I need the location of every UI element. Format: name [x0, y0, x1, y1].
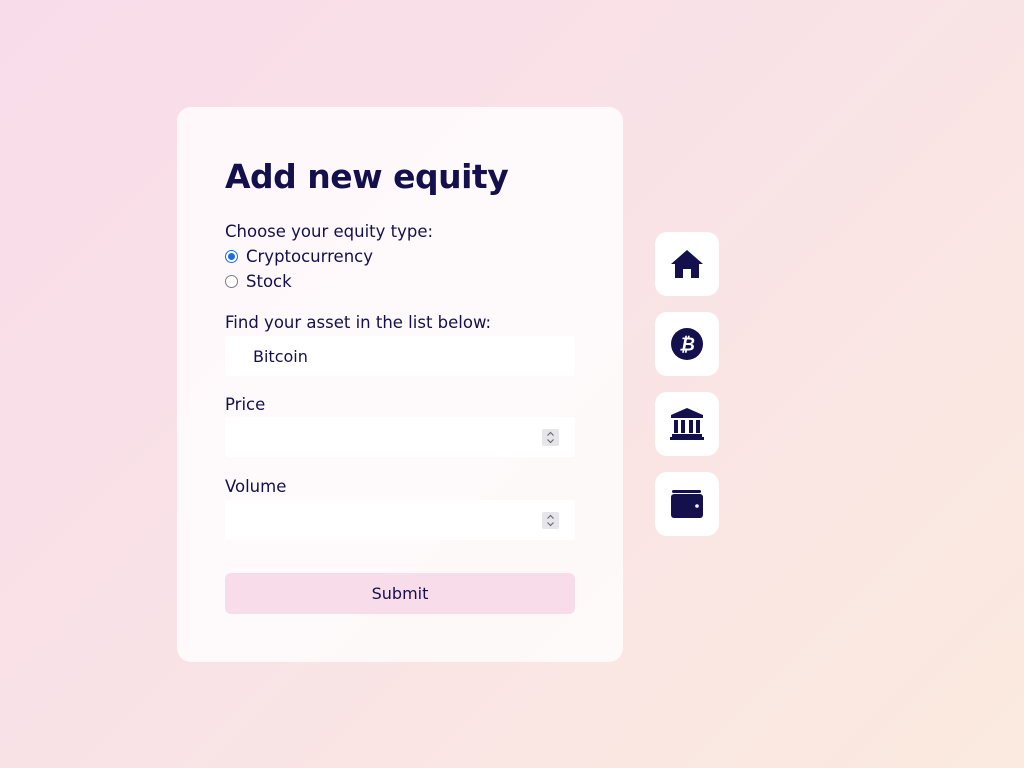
radio-label-cryptocurrency: Cryptocurrency [246, 247, 373, 266]
asset-label: Find your asset in the list below: [225, 313, 492, 332]
stepper-arrows-icon [547, 431, 554, 444]
nav-crypto-button[interactable]: ₿ [655, 312, 719, 376]
bank-icon [670, 408, 704, 440]
radio-cryptocurrency[interactable]: Cryptocurrency [225, 247, 373, 266]
volume-field [225, 500, 575, 540]
asset-field [225, 336, 575, 376]
volume-label: Volume [225, 477, 287, 496]
asset-input[interactable] [225, 336, 575, 376]
bitcoin-icon: ₿ [671, 328, 703, 360]
form-title: Add new equity [225, 157, 509, 196]
price-stepper[interactable] [542, 429, 559, 446]
svg-text:₿: ₿ [679, 335, 695, 356]
submit-button[interactable]: Submit [225, 573, 575, 614]
stepper-arrows-icon [547, 514, 554, 527]
wallet-icon [671, 490, 703, 518]
home-icon [671, 250, 703, 278]
equity-type-label: Choose your equity type: [225, 222, 434, 241]
price-label: Price [225, 395, 266, 414]
nav-stocks-button[interactable] [655, 392, 719, 456]
radio-button-checked[interactable] [225, 250, 238, 263]
radio-stock[interactable]: Stock [225, 272, 292, 291]
radio-label-stock: Stock [246, 272, 292, 291]
nav-wallet-button[interactable] [655, 472, 719, 536]
nav-home-button[interactable] [655, 232, 719, 296]
volume-input[interactable] [225, 500, 575, 540]
radio-button-unchecked[interactable] [225, 275, 238, 288]
price-input[interactable] [225, 417, 575, 457]
price-field [225, 417, 575, 457]
add-equity-card: Add new equity Choose your equity type: … [177, 107, 623, 662]
volume-stepper[interactable] [542, 512, 559, 529]
